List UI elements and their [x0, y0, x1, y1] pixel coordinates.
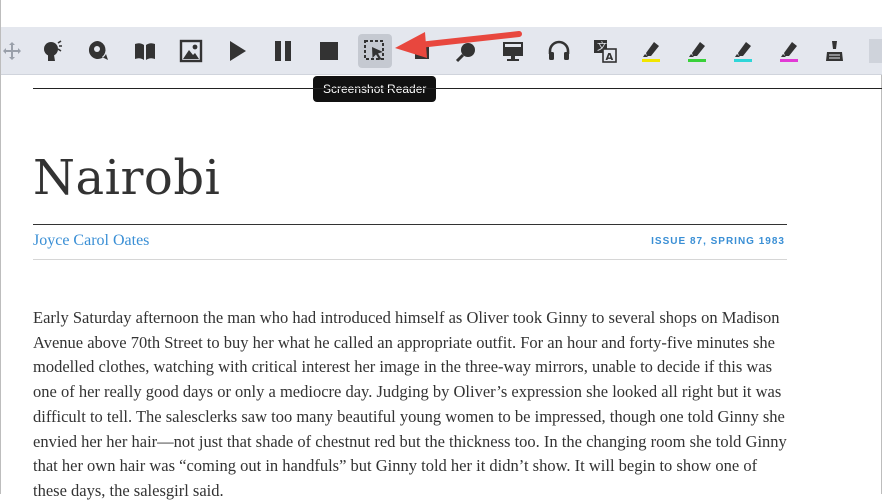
toolbar-tooltip: Screenshot Reader: [313, 76, 437, 102]
issue-link[interactable]: ISSUE 87, SPRING 1983: [651, 236, 785, 247]
highlight-cyan-icon[interactable]: [726, 34, 760, 68]
voice-search-icon[interactable]: [81, 34, 115, 68]
dictionary-icon[interactable]: [128, 34, 162, 68]
article-title: Nairobi: [33, 150, 221, 206]
headphones-icon[interactable]: [542, 34, 576, 68]
play-icon[interactable]: [220, 34, 254, 68]
highlight-green-icon[interactable]: [680, 34, 714, 68]
highlight-yellow-icon[interactable]: [634, 34, 668, 68]
clear-highlights-icon[interactable]: [818, 34, 852, 68]
author-link[interactable]: Joyce Carol Oates: [33, 232, 149, 250]
talk-and-type-icon[interactable]: [35, 34, 69, 68]
byline-rule: [33, 259, 787, 260]
screenshot-reader-icon[interactable]: [358, 34, 392, 68]
toolbar-overflow: [869, 39, 882, 63]
article-body: Early Saturday afternoon the man who had…: [33, 308, 787, 500]
pause-icon[interactable]: [266, 34, 300, 68]
svg-text:A: A: [606, 52, 614, 63]
stop-icon[interactable]: [312, 34, 346, 68]
move-handle-icon[interactable]: [1, 39, 23, 63]
title-rule: [33, 224, 787, 225]
header-rule: [33, 88, 882, 89]
red-arrow-annotation: [395, 31, 522, 58]
highlight-pink-icon[interactable]: [772, 34, 806, 68]
translate-icon[interactable]: 文A: [588, 34, 622, 68]
picture-dictionary-icon[interactable]: [174, 34, 208, 68]
